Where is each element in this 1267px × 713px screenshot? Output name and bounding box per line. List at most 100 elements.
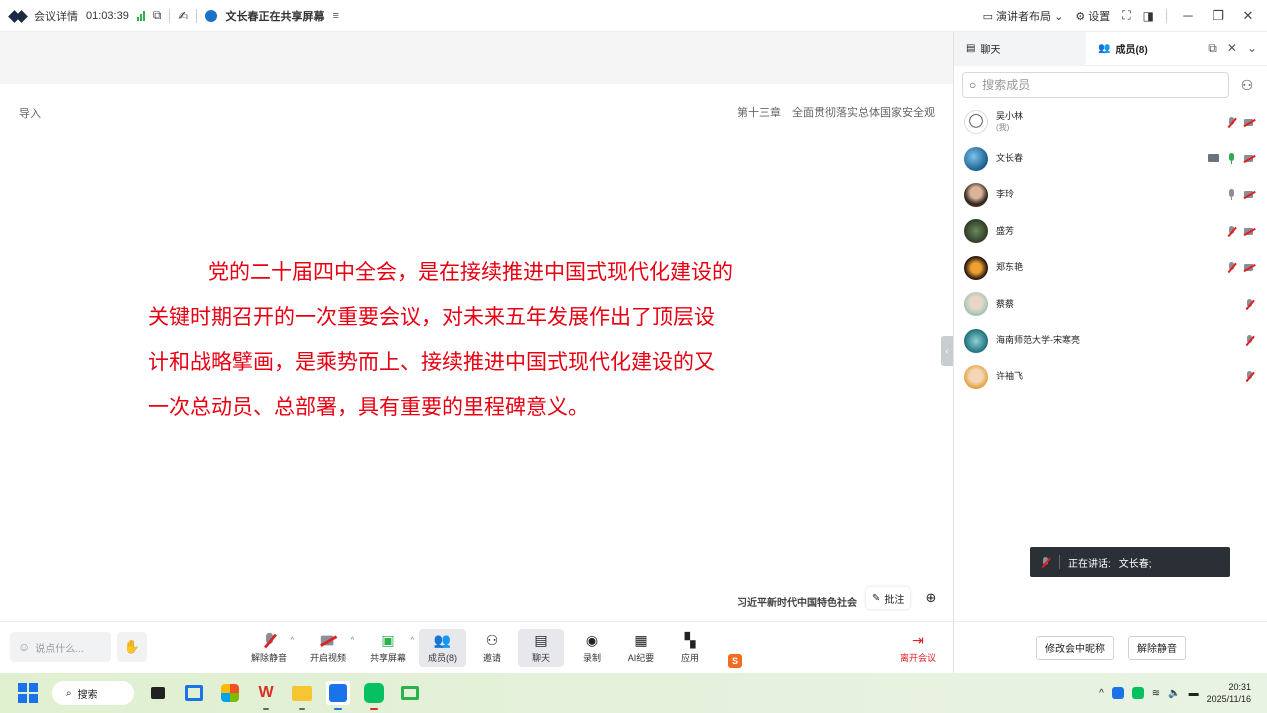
member-row[interactable]: 海南师范大学-宋寒亮 xyxy=(954,322,1267,358)
popout-icon[interactable]: ⧉ xyxy=(153,8,162,23)
member-list: 吴小林 (我) 文长春 李玲 盛芳 郑东艳 蔡蔡 海南师范大学-宋寒亮 许袖飞 xyxy=(954,104,1267,395)
slide-line: 党的二十届四中全会，是在接续推进中国式现代化建设的 xyxy=(208,260,733,284)
slide-chapter-title: 第十三章 全面贯彻落实总体国家安全观 xyxy=(737,107,935,119)
chevron-up-icon[interactable]: ^ xyxy=(351,637,354,644)
running-indicator xyxy=(334,708,342,710)
mic-muted-icon[interactable] xyxy=(1244,298,1255,310)
tab-chat[interactable]: ▤ 聊天 xyxy=(954,31,1086,66)
member-name: 蔡蔡 xyxy=(996,298,1015,309)
member-search-box[interactable]: ○ xyxy=(962,72,1229,98)
chevron-up-icon[interactable]: ^ xyxy=(411,637,414,644)
record-button[interactable]: ◉ 录制 xyxy=(573,629,611,667)
minimize-icon[interactable]: ─ xyxy=(1179,8,1197,23)
wechat-tray-icon[interactable] xyxy=(1131,687,1144,699)
search-icon: ⌕ xyxy=(66,687,72,699)
slide-line: 一次总动员、总部署，具有重要的里程碑意义。 xyxy=(148,395,589,419)
apps-button[interactable]: ▚ 应用 xyxy=(672,629,708,667)
chat-label: 聊天 xyxy=(531,653,550,663)
camera-off-icon[interactable] xyxy=(1244,117,1255,128)
chevron-up-icon[interactable]: ^ xyxy=(1099,688,1104,699)
sharing-status: 文长春正在共享屏幕 xyxy=(225,10,325,23)
quick-chat-input[interactable]: ☺ 说点什么... xyxy=(10,632,111,662)
member-row[interactable]: 盛芳 xyxy=(954,213,1267,249)
tencent-meeting-tray-icon[interactable] xyxy=(1111,687,1124,699)
volume-icon[interactable]: 🔈 xyxy=(1168,688,1180,699)
tencent-meeting-icon[interactable] xyxy=(326,681,350,710)
chat-icon: ▤ xyxy=(966,43,976,54)
copilot-icon[interactable] xyxy=(218,681,242,705)
mic-on-icon[interactable] xyxy=(1226,153,1237,165)
mic-muted-icon[interactable] xyxy=(1244,371,1255,382)
share-label: 共享屏幕 xyxy=(369,653,406,663)
gear-icon: ⚙ xyxy=(1075,10,1086,23)
restore-icon[interactable]: ❐ xyxy=(1209,8,1227,24)
mic-icon xyxy=(1040,556,1051,568)
tab-members[interactable]: 👥 成员(8) xyxy=(1086,32,1160,66)
chevron-down-icon[interactable]: ⌄ xyxy=(1247,41,1257,56)
share-menu-icon[interactable]: ≡ xyxy=(332,10,338,22)
leave-meeting-button[interactable]: ⇥ 离开会议 xyxy=(895,629,941,667)
invite-icon: ⚇ xyxy=(485,632,499,648)
mic-muted-icon[interactable] xyxy=(1244,335,1255,346)
close-icon[interactable]: ✕ xyxy=(1239,8,1257,24)
member-row[interactable]: 蔡蔡 xyxy=(954,286,1267,322)
chevron-up-icon[interactable]: ^ xyxy=(291,637,294,644)
start-video-button[interactable]: 开启视频 ^ xyxy=(306,629,354,667)
avatar xyxy=(964,219,988,244)
widgets-icon[interactable] xyxy=(182,681,206,705)
member-row[interactable]: 吴小林 (我) xyxy=(954,104,1267,140)
slide-body-text: 党的二十届四中全会，是在接续推进中国式现代化建设的 关键时期召开的一次重要会议，… xyxy=(148,250,818,430)
system-tray: ^ ≋ 🔈 ▬ 20:31 2025/11/16 xyxy=(1099,681,1251,705)
member-row[interactable]: 李玲 xyxy=(954,177,1267,213)
annotate-button[interactable]: ✎ 批注 xyxy=(866,587,911,609)
unmute-request-button[interactable]: 解除静音 xyxy=(1128,635,1186,660)
wifi-icon[interactable]: ≋ xyxy=(1152,688,1160,699)
ime-sogou-icon[interactable]: S xyxy=(728,654,742,668)
ai-notes-button[interactable]: ▦ AI纪要 xyxy=(620,629,662,667)
mic-muted-icon[interactable] xyxy=(1226,225,1237,237)
rename-button[interactable]: 修改会中昵称 xyxy=(1036,635,1114,660)
battery-icon[interactable]: ▬ xyxy=(1189,688,1199,699)
close-panel-icon[interactable]: ✕ xyxy=(1227,41,1237,56)
settings-button[interactable]: ⚙ 设置 xyxy=(1075,8,1110,24)
mic-icon[interactable] xyxy=(1226,189,1237,201)
zoom-in-icon[interactable]: ⊕ xyxy=(920,587,942,609)
camera-off-icon[interactable] xyxy=(1244,262,1255,273)
camera-off-icon[interactable] xyxy=(1244,189,1255,200)
mic-muted-icon[interactable] xyxy=(1226,116,1237,128)
signal-icon[interactable] xyxy=(136,10,145,21)
popout-panel-icon[interactable]: ⧉ xyxy=(1208,41,1217,56)
camera-off-icon[interactable] xyxy=(1244,226,1255,237)
meeting-details-link[interactable]: 会议详情 xyxy=(34,8,78,24)
mic-muted-icon[interactable] xyxy=(1226,262,1237,273)
invite-button[interactable]: ⚇ 邀请 xyxy=(473,629,511,667)
sidebar-toggle-icon[interactable]: ◨ xyxy=(1143,9,1154,23)
members-button[interactable]: 👥 成员(8) xyxy=(419,629,466,667)
file-explorer-icon[interactable] xyxy=(290,681,314,710)
member-search-input[interactable] xyxy=(982,78,1222,92)
unmute-button[interactable]: 解除静音 ^ xyxy=(248,629,294,667)
member-row[interactable]: 文长春 xyxy=(954,140,1267,176)
wps-icon[interactable]: W xyxy=(254,681,278,710)
layout-button[interactable]: ▭ 演讲者布局 ⌄ xyxy=(983,8,1064,24)
quick-chat-placeholder: 说点什么... xyxy=(35,643,84,655)
wechat-icon[interactable] xyxy=(362,681,386,710)
chat-button[interactable]: ▤ 聊天 xyxy=(518,629,564,667)
collapse-panel-handle[interactable]: ‹ xyxy=(941,336,953,366)
camera-off-icon[interactable] xyxy=(1244,153,1255,164)
taskbar-search[interactable]: ⌕ 搜索 xyxy=(52,681,134,705)
share-screen-button[interactable]: ▣ 共享屏幕 ^ xyxy=(366,629,414,667)
messaging-app-icon[interactable] xyxy=(398,681,422,705)
task-view-icon[interactable] xyxy=(146,681,170,705)
windows-start-icon[interactable] xyxy=(16,681,40,705)
title-bar: 会议详情 01:03:39 ⧉ ✍ 文长春正在共享屏幕 ≡ ▭ 演讲者布局 ⌄ … xyxy=(0,0,1267,32)
member-row[interactable]: 许袖飞 xyxy=(954,359,1267,395)
slide-header-strip xyxy=(0,32,953,84)
fullscreen-icon[interactable]: ⛶ xyxy=(1122,8,1130,23)
clock[interactable]: 20:31 2025/11/16 xyxy=(1207,681,1251,705)
raise-hand-icon[interactable]: ✋ xyxy=(117,632,147,662)
add-member-icon[interactable]: ⚇ xyxy=(1235,73,1259,97)
mute-all-icon[interactable]: ✍ xyxy=(178,9,188,23)
member-row[interactable]: 郑东艳 xyxy=(954,250,1267,286)
clock-time: 20:31 xyxy=(1228,682,1251,692)
